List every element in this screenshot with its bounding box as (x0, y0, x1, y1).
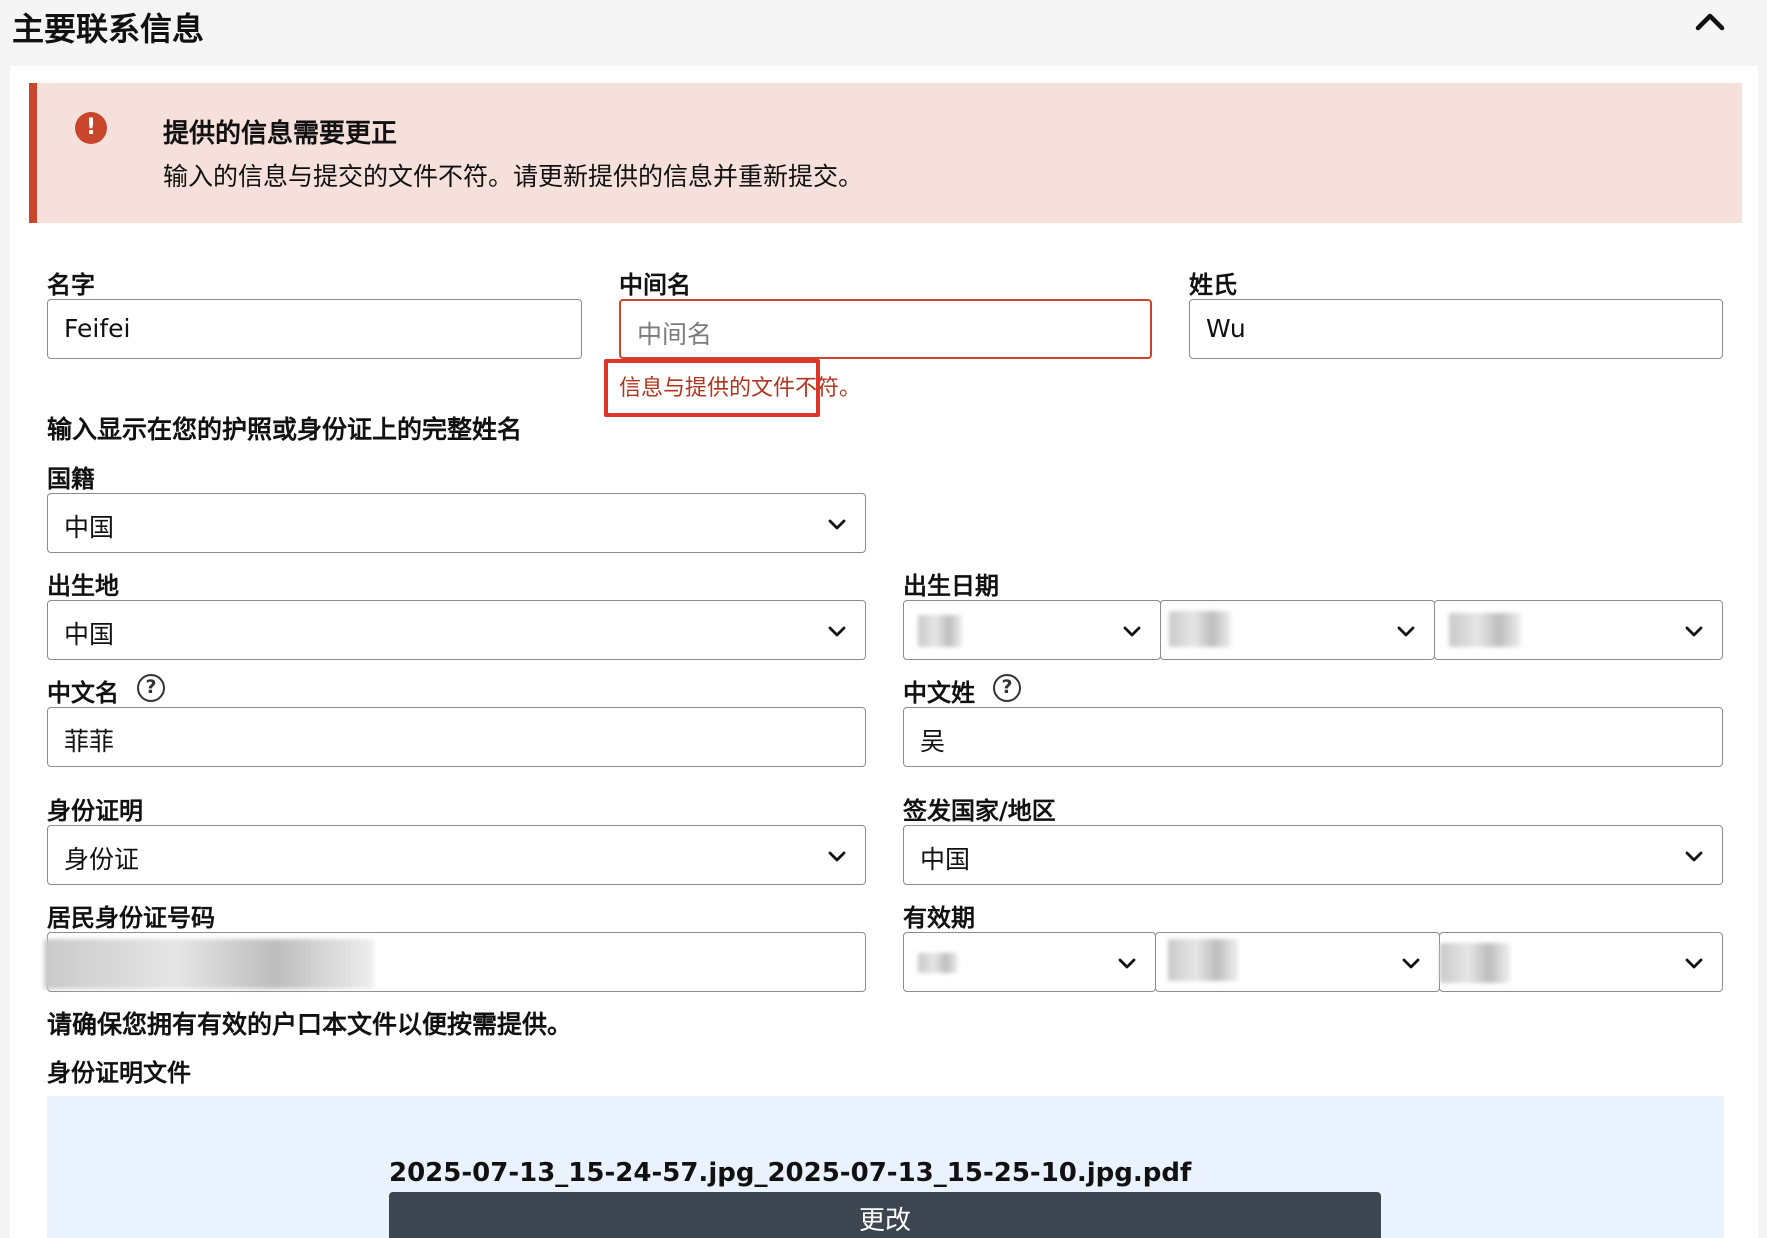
chevron-down-icon (1685, 851, 1703, 862)
change-file-button[interactable]: 更改 (389, 1192, 1381, 1238)
expiry-month-select[interactable] (1155, 932, 1440, 992)
nationality-value: 中国 (64, 513, 115, 542)
id-type-select[interactable]: 身份证 (47, 825, 866, 885)
chinese-first-name-value: 菲菲 (64, 727, 115, 756)
expiry-year-select[interactable] (1439, 932, 1723, 992)
birthplace-label: 出生地 (47, 572, 119, 600)
first-name-label: 名字 (47, 271, 95, 299)
exclamation-icon: ! (75, 112, 107, 144)
alert-title: 提供的信息需要更正 (163, 119, 398, 149)
chevron-down-icon (1685, 626, 1703, 637)
birthplace-value: 中国 (64, 620, 115, 649)
middle-name-input[interactable]: 中间名 (619, 299, 1152, 359)
error-highlight-box (604, 359, 820, 417)
first-name-value: Feifei (64, 314, 131, 343)
issuing-country-label: 签发国家/地区 (903, 797, 1056, 825)
redacted-value (1440, 943, 1510, 983)
issuing-country-select[interactable]: 中国 (903, 825, 1723, 885)
nationality-label: 国籍 (47, 465, 95, 493)
birth-day-select[interactable] (903, 600, 1161, 660)
redacted-value (1169, 611, 1231, 647)
last-name-input[interactable]: Wu (1189, 299, 1723, 359)
birthplace-select[interactable]: 中国 (47, 600, 866, 660)
chinese-last-name-input[interactable]: 吴 (903, 707, 1723, 767)
redacted-value (918, 615, 962, 647)
error-alert: ! 提供的信息需要更正 输入的信息与提交的文件不符。请更新提供的信息并重新提交。 (29, 83, 1742, 223)
expiry-day-select[interactable] (903, 932, 1156, 992)
first-name-input[interactable]: Feifei (47, 299, 582, 359)
chinese-last-name-value: 吴 (920, 727, 946, 756)
chinese-first-name-input[interactable]: 菲菲 (47, 707, 866, 767)
help-icon[interactable]: ? (137, 674, 165, 702)
id-document-file-label: 身份证明文件 (47, 1059, 191, 1087)
chevron-down-icon (1118, 958, 1136, 969)
id-type-value: 身份证 (64, 845, 140, 874)
id-number-input[interactable] (44, 932, 866, 992)
middle-name-label: 中间名 (619, 271, 691, 299)
full-name-hint: 输入显示在您的护照或身份证上的完整姓名 (47, 415, 523, 444)
last-name-label: 姓氏 (1189, 271, 1237, 299)
chevron-down-icon (1397, 626, 1415, 637)
chevron-up-icon[interactable] (1692, 4, 1728, 40)
birthdate-label: 出生日期 (903, 572, 999, 600)
section-title: 主要联系信息 (12, 10, 205, 48)
chinese-last-name-label: 中文姓 (903, 679, 975, 707)
chinese-first-name-label: 中文名 (47, 679, 119, 707)
nationality-select[interactable]: 中国 (47, 493, 866, 553)
birth-month-select[interactable] (1160, 600, 1435, 660)
chevron-down-icon (1123, 626, 1141, 637)
issuing-country-value: 中国 (920, 845, 971, 874)
household-register-hint: 请确保您拥有有效的户口本文件以便按需提供。 (47, 1010, 573, 1039)
middle-name-placeholder: 中间名 (637, 320, 713, 349)
redacted-value (918, 953, 958, 973)
redacted-value (1168, 939, 1238, 981)
redacted-value (1449, 613, 1521, 647)
redacted-value (44, 939, 374, 989)
id-number-label: 居民身份证号码 (47, 904, 215, 932)
chevron-down-icon (828, 519, 846, 530)
birth-year-select[interactable] (1434, 600, 1723, 660)
chevron-down-icon (1402, 958, 1420, 969)
chevron-down-icon (828, 626, 846, 637)
alert-message: 输入的信息与提交的文件不符。请更新提供的信息并重新提交。 (163, 162, 864, 191)
expiry-label: 有效期 (903, 904, 975, 932)
chevron-down-icon (1685, 958, 1703, 969)
last-name-value: Wu (1206, 314, 1246, 343)
uploaded-file-name: 2025-07-13_15-24-57.jpg_2025-07-13_15-25… (389, 1158, 1192, 1188)
id-type-label: 身份证明 (47, 797, 143, 825)
help-icon[interactable]: ? (993, 674, 1021, 702)
section-header: 主要联系信息 (0, 0, 1767, 62)
chevron-down-icon (828, 851, 846, 862)
